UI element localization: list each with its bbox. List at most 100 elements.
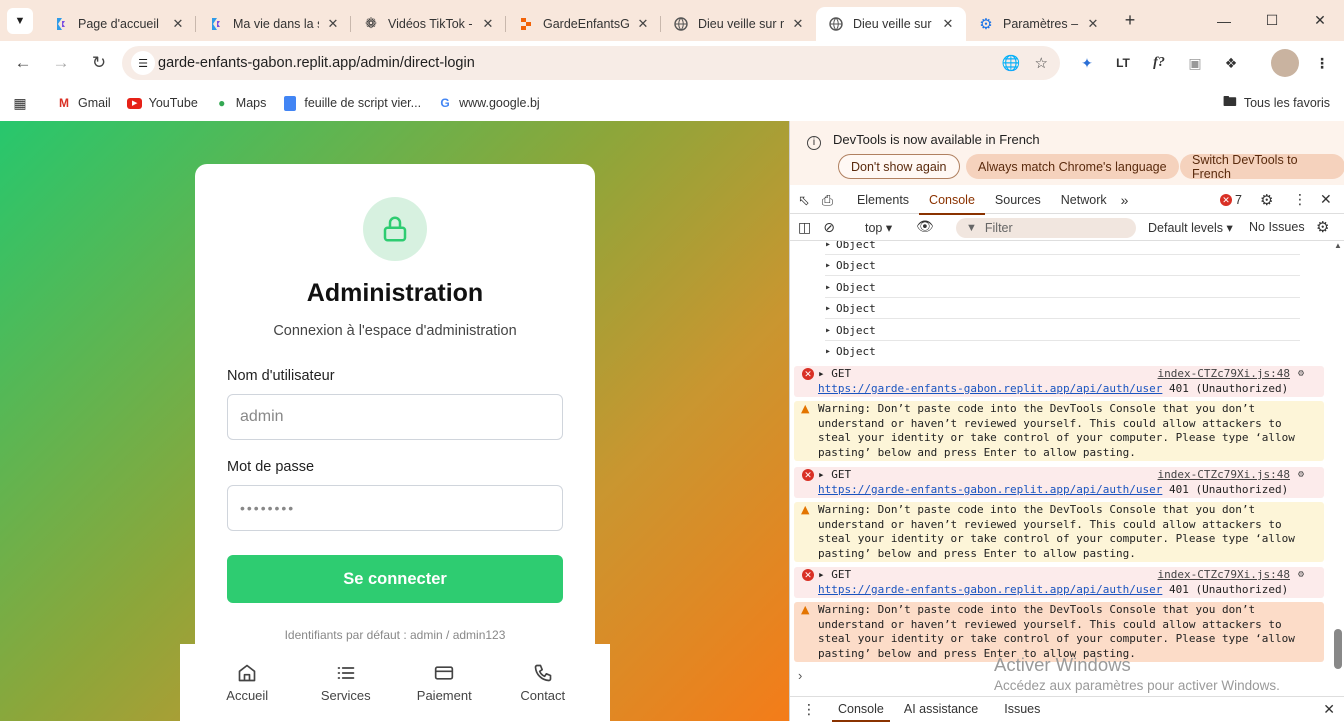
tab-title: Paramètres – Co [1003,16,1079,31]
browser-tab[interactable]: GardeEnfantsGa ✕ [506,7,661,41]
tab-elements[interactable]: Elements [847,187,919,214]
nav-contact[interactable]: Contact [498,644,588,721]
log-object-row[interactable]: Object [825,298,1300,319]
console-prompt-chevron-icon[interactable]: › [798,668,802,683]
kebab-menu-icon[interactable]: ⋮ [1293,191,1307,208]
sidebar-toggle-icon[interactable]: ◫ [798,219,811,236]
match-language-button[interactable]: Always match Chrome's language [966,154,1179,179]
username-input[interactable]: admin [227,394,563,440]
login-button[interactable]: Se connecter [227,555,563,603]
drawer-tab-issues[interactable]: Issues [994,697,1050,722]
request-url-link[interactable]: https://garde-enfants-gabon.replit.app/a… [818,583,1162,596]
switch-to-french-button[interactable]: Switch DevTools to French [1180,153,1344,181]
bookmark-youtube[interactable]: ▶ YouTube [127,95,198,111]
tab-search-chevron-icon[interactable]: ▼ [7,7,33,34]
close-tab-icon[interactable]: ✕ [790,16,806,32]
tab-title: Page d'accueil [78,16,159,31]
close-tab-icon[interactable]: ✕ [325,16,341,32]
log-object-row[interactable]: Object [825,241,1300,255]
nav-label: Contact [520,687,566,703]
extension-icon[interactable]: ✦ [1073,49,1101,77]
site-info-icon[interactable]: ☰ [131,51,155,75]
source-link[interactable]: index-CTZc79Xi.js:48 [1158,367,1290,382]
nav-label: Services [320,687,371,703]
drawer-tab-ai-assistance[interactable]: AI assistance [894,697,988,722]
log-object-row[interactable]: Object [825,341,1300,362]
tab-title: Vidéos TikTok - [388,16,473,31]
console-settings-icon[interactable]: ⚙ [1316,218,1329,236]
reload-icon[interactable]: ↻ [82,46,116,80]
context-selector[interactable]: top ▾ [865,220,892,235]
more-menu-icon[interactable]: ⋮ [1308,49,1336,77]
browser-tab[interactable]: ❁ Vidéos TikTok - ✕ [351,7,506,41]
bookmark-google[interactable]: Gwww.google.bj [437,95,539,111]
nav-paiement[interactable]: Paiement [399,644,489,721]
log-object-row[interactable]: Object [825,255,1300,276]
close-tab-icon[interactable]: ✕ [1085,16,1101,32]
bookmark-gmail[interactable]: M Gmail [56,95,111,111]
dont-show-again-button[interactable]: Don't show again [838,154,960,179]
close-drawer-icon[interactable]: ✕ [1323,701,1335,718]
phone-icon [534,664,552,681]
address-bar[interactable]: ☰ garde-enfants-gabon.replit.app/admin/d… [122,46,1060,80]
close-tab-icon[interactable]: ✕ [480,16,496,32]
browser-tab[interactable]: ⚙ Paramètres – Co ✕ [966,7,1111,41]
browser-tab[interactable]: Page d'accueil ✕ [41,7,196,41]
minimize-icon[interactable]: — [1200,0,1248,41]
new-tab-plus-icon[interactable]: + [1115,10,1145,31]
password-input[interactable]: •••••••• [227,485,563,531]
nav-services[interactable]: Services [301,644,391,721]
issues-counter[interactable]: No Issues [1249,220,1305,234]
error-counter[interactable]: ✕ 7 [1220,193,1242,207]
translate-icon[interactable]: 🌐 [1002,54,1021,72]
close-window-icon[interactable]: ✕ [1296,0,1344,41]
bookmark-script[interactable]: feuille de script vier... [282,95,421,111]
tab-sources[interactable]: Sources [985,187,1051,214]
settings-gear-icon[interactable]: ⚙ [1260,191,1273,209]
extension-lt-icon[interactable]: LT [1109,49,1137,77]
console-scrollbar[interactable]: ▲ [1334,241,1342,669]
tab-network[interactable]: Network [1051,187,1117,214]
tab-console[interactable]: Console [919,187,985,215]
console-filter-input[interactable]: ▼ Filter [956,218,1136,238]
ai-explain-icon[interactable]: ⚙ [1298,367,1304,382]
page-title: Administration [306,279,484,307]
inspect-element-icon[interactable]: ⬁ [790,187,816,214]
device-toggle-icon[interactable]: ⎙ [816,187,847,214]
request-url-link[interactable]: https://garde-enfants-gabon.replit.app/a… [818,483,1162,496]
log-levels-dropdown[interactable]: Default levels ▾ [1148,220,1233,235]
request-url-link[interactable]: https://garde-enfants-gabon.replit.app/a… [818,382,1162,395]
close-tab-icon[interactable]: ✕ [635,16,651,32]
maximize-icon[interactable]: ☐ [1248,0,1296,41]
log-object-row[interactable]: Object [825,277,1300,298]
browser-tab-active[interactable]: Dieu veille sur m ✕ [816,6,966,41]
source-link[interactable]: index-CTZc79Xi.js:48 [1158,468,1290,483]
all-bookmarks[interactable]: 🖿 Tous les favoris [1223,85,1330,121]
more-tabs-chevron-icon[interactable]: » [1117,187,1133,214]
url-text[interactable]: garde-enfants-gabon.replit.app/admin/dir… [158,55,475,71]
ai-explain-icon[interactable]: ⚙ [1298,568,1304,583]
bookmark-star-icon[interactable]: ☆ [1035,54,1048,72]
extensions-puzzle-icon[interactable]: ❖ [1217,49,1245,77]
forward-arrow-icon[interactable]: → [44,46,78,80]
browser-tab[interactable]: Ma vie dans la s ✕ [196,7,351,41]
browser-tab[interactable]: Dieu veille sur m ✕ [661,7,816,41]
ai-explain-icon[interactable]: ⚙ [1298,468,1304,483]
eye-icon[interactable]: 👁 [916,218,934,235]
back-arrow-icon[interactable]: ← [6,46,40,80]
extension-font-icon[interactable]: f? [1145,49,1173,77]
profile-avatar[interactable] [1271,49,1299,77]
close-tab-icon[interactable]: ✕ [940,16,956,32]
close-tab-icon[interactable]: ✕ [170,16,186,32]
drawer-menu-icon[interactable]: ⋮ [790,697,828,722]
source-link[interactable]: index-CTZc79Xi.js:48 [1158,568,1290,583]
drawer-tab-console[interactable]: Console [828,697,894,722]
clear-console-icon[interactable]: ⊘ [823,219,835,236]
log-object-row[interactable]: Object [825,320,1300,341]
bookmark-maps[interactable]: ● Maps [214,95,266,111]
scrollbar-thumb[interactable] [1334,629,1342,669]
nav-accueil[interactable]: Accueil [202,644,292,721]
close-devtools-icon[interactable]: ✕ [1320,191,1332,208]
apps-grid-icon[interactable]: ▦ [12,95,34,111]
camera-icon[interactable]: ▣ [1181,49,1209,77]
